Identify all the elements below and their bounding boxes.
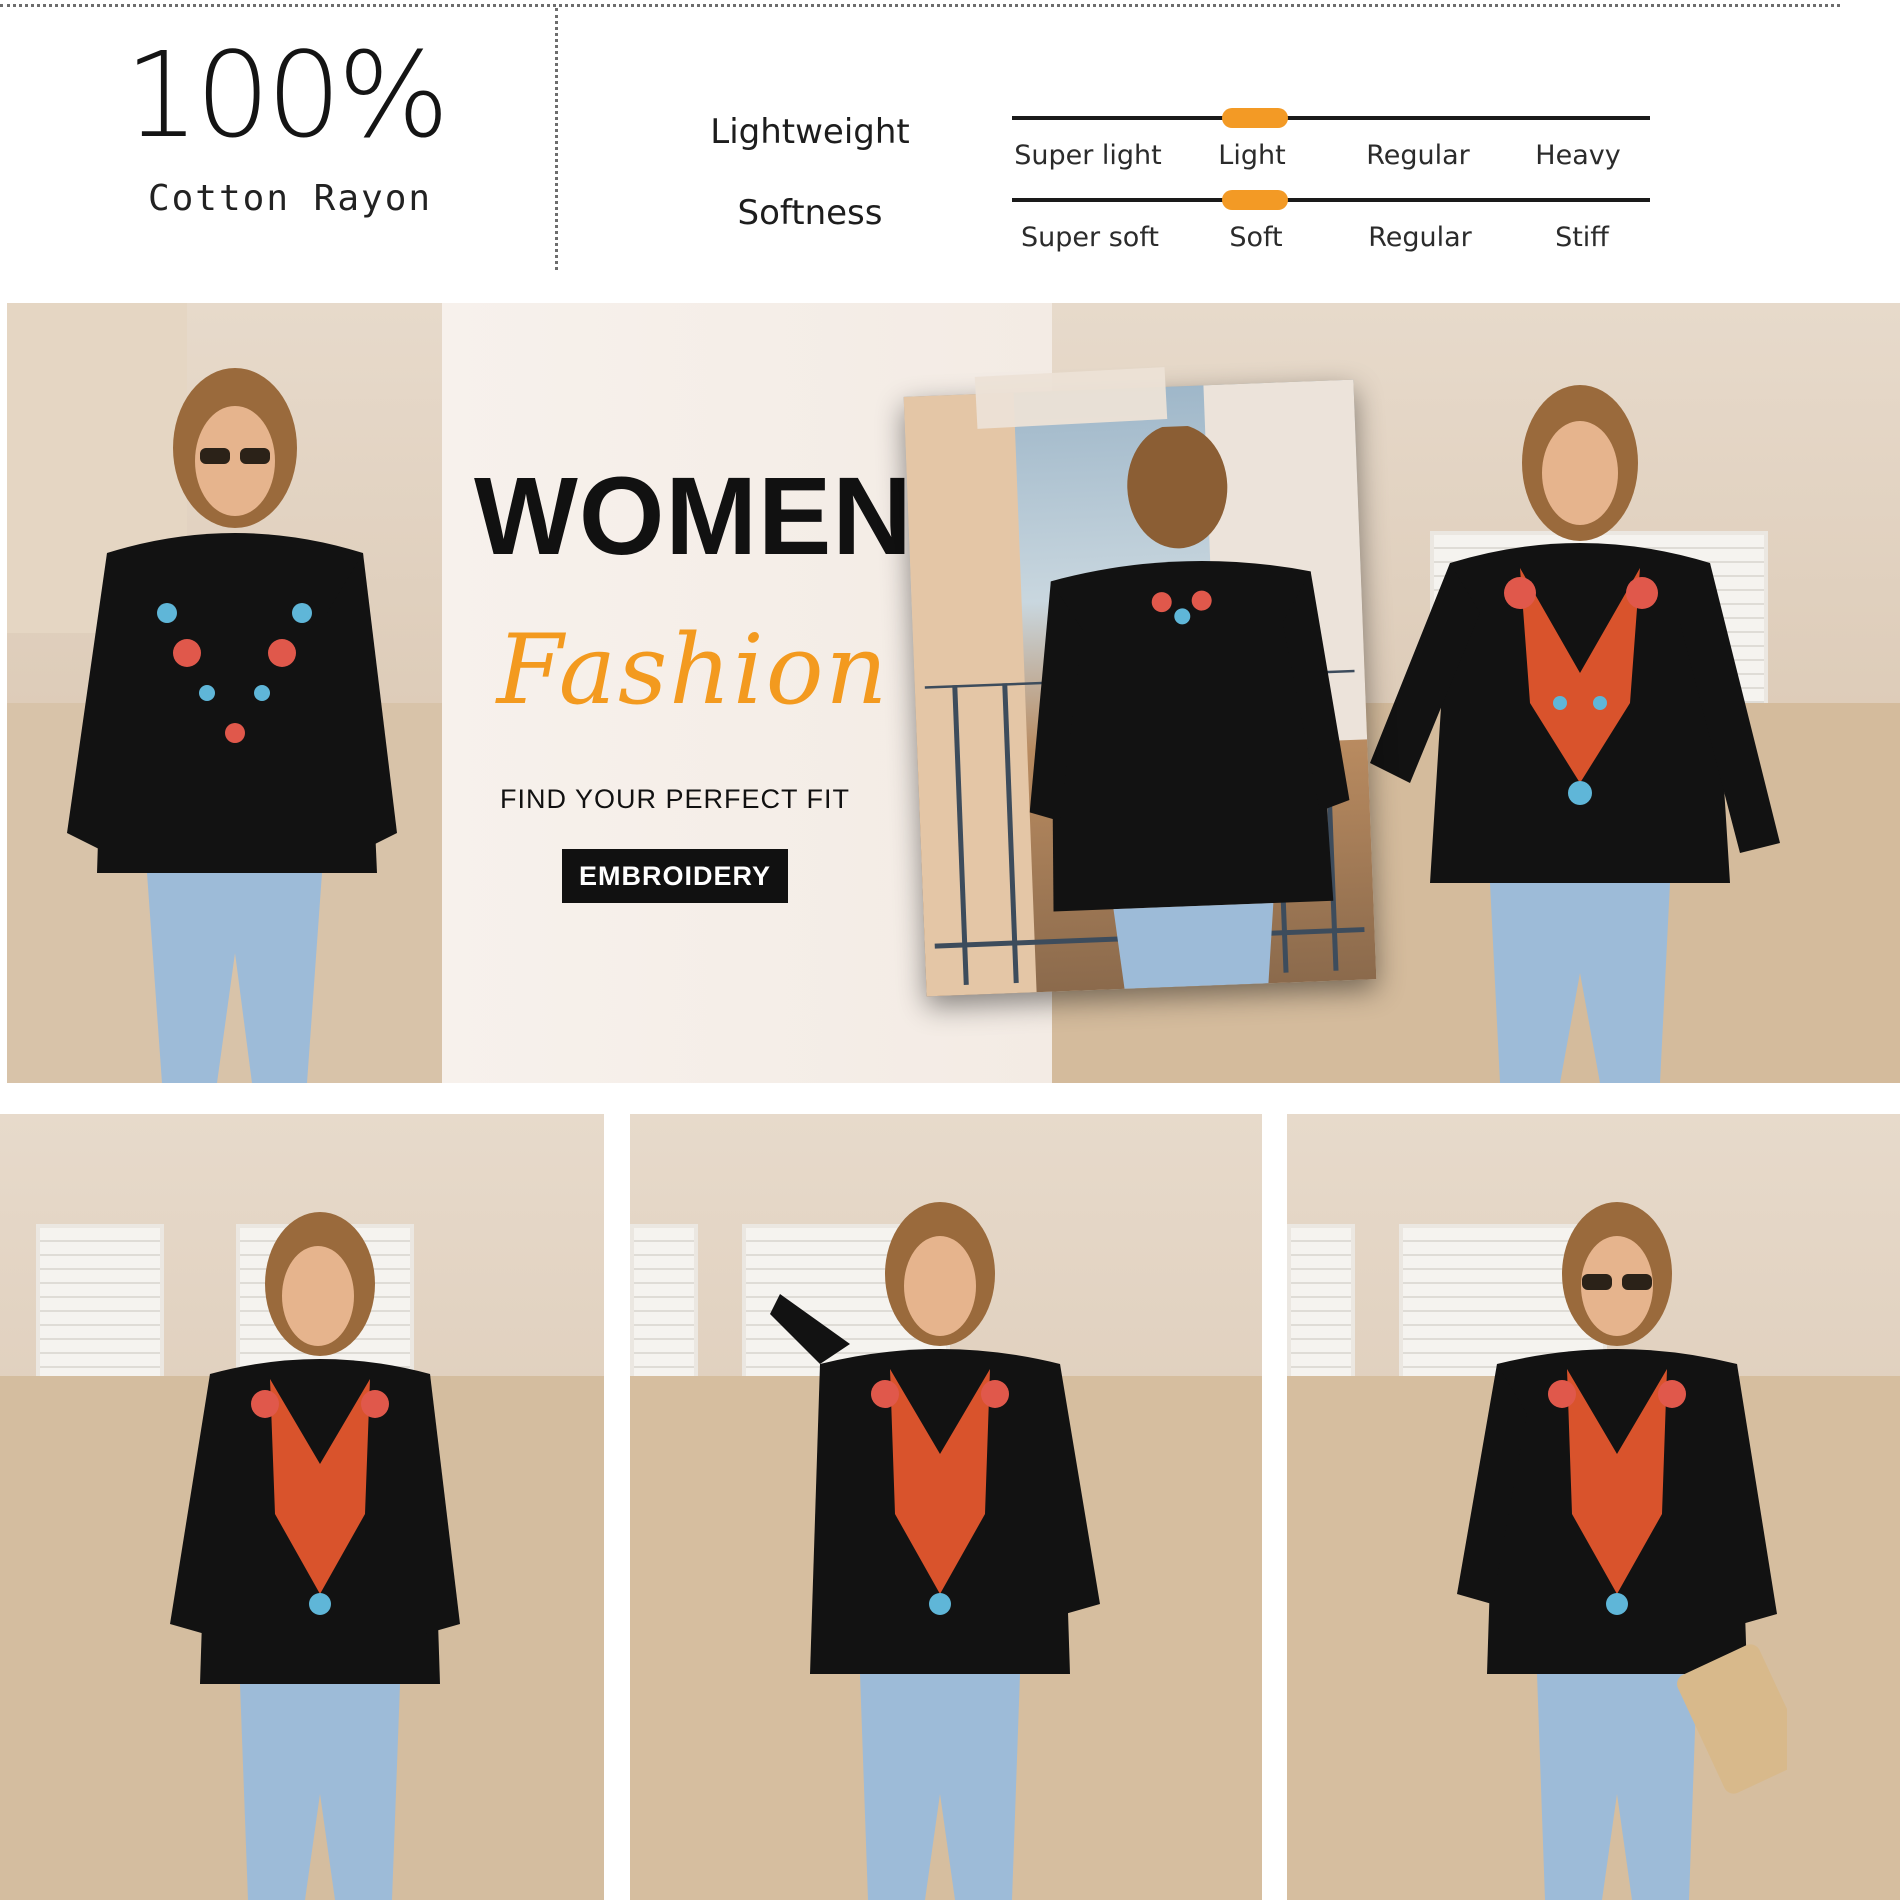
scale-option: Stiff xyxy=(1555,222,1609,253)
property-label-lightweight: Lightweight xyxy=(710,112,910,152)
gallery-photo-1 xyxy=(0,1114,604,1900)
model-figure xyxy=(170,1212,460,1900)
scale-option: Soft xyxy=(1229,222,1283,253)
model-back-figure xyxy=(1029,424,1350,989)
scale-option: Super soft xyxy=(1021,222,1159,253)
scale-track xyxy=(1012,198,1650,202)
scale-indicator xyxy=(1222,108,1288,128)
scale-option: Regular xyxy=(1368,222,1472,253)
material-name: Cotton Rayon xyxy=(147,178,433,219)
scale-option: Light xyxy=(1218,140,1286,171)
lightweight-scale: Super light Light Regular Heavy xyxy=(1012,104,1650,174)
scale-option: Heavy xyxy=(1535,140,1621,171)
hero-tagline: FIND YOUR PERFECT FIT xyxy=(499,784,851,814)
gallery-photo-3 xyxy=(1287,1114,1900,1900)
material-percent: 100% xyxy=(124,26,449,164)
gallery-photo-2 xyxy=(630,1114,1262,1900)
embroidery-button[interactable]: EMBROIDERY xyxy=(562,849,788,903)
hero-title: WOMEN xyxy=(474,455,913,578)
scale-option: Super light xyxy=(1014,140,1162,171)
model-figure xyxy=(770,1202,1100,1900)
dotted-divider-top xyxy=(0,4,1840,7)
dotted-divider-vertical xyxy=(555,8,558,270)
hero-script-title: Fashion xyxy=(496,614,890,726)
model-figure xyxy=(1457,1202,1787,1900)
scale-track xyxy=(1012,116,1650,120)
back-view-photo xyxy=(903,379,1377,997)
tape-strip xyxy=(974,367,1168,429)
property-label-softness: Softness xyxy=(737,193,883,233)
model-figure xyxy=(67,368,397,1083)
softness-scale: Super soft Soft Regular Stiff xyxy=(1012,186,1650,256)
scale-option: Regular xyxy=(1366,140,1470,171)
model-figure xyxy=(1370,385,1780,1083)
scale-indicator xyxy=(1222,190,1288,210)
hero-photo-left xyxy=(7,303,442,1083)
